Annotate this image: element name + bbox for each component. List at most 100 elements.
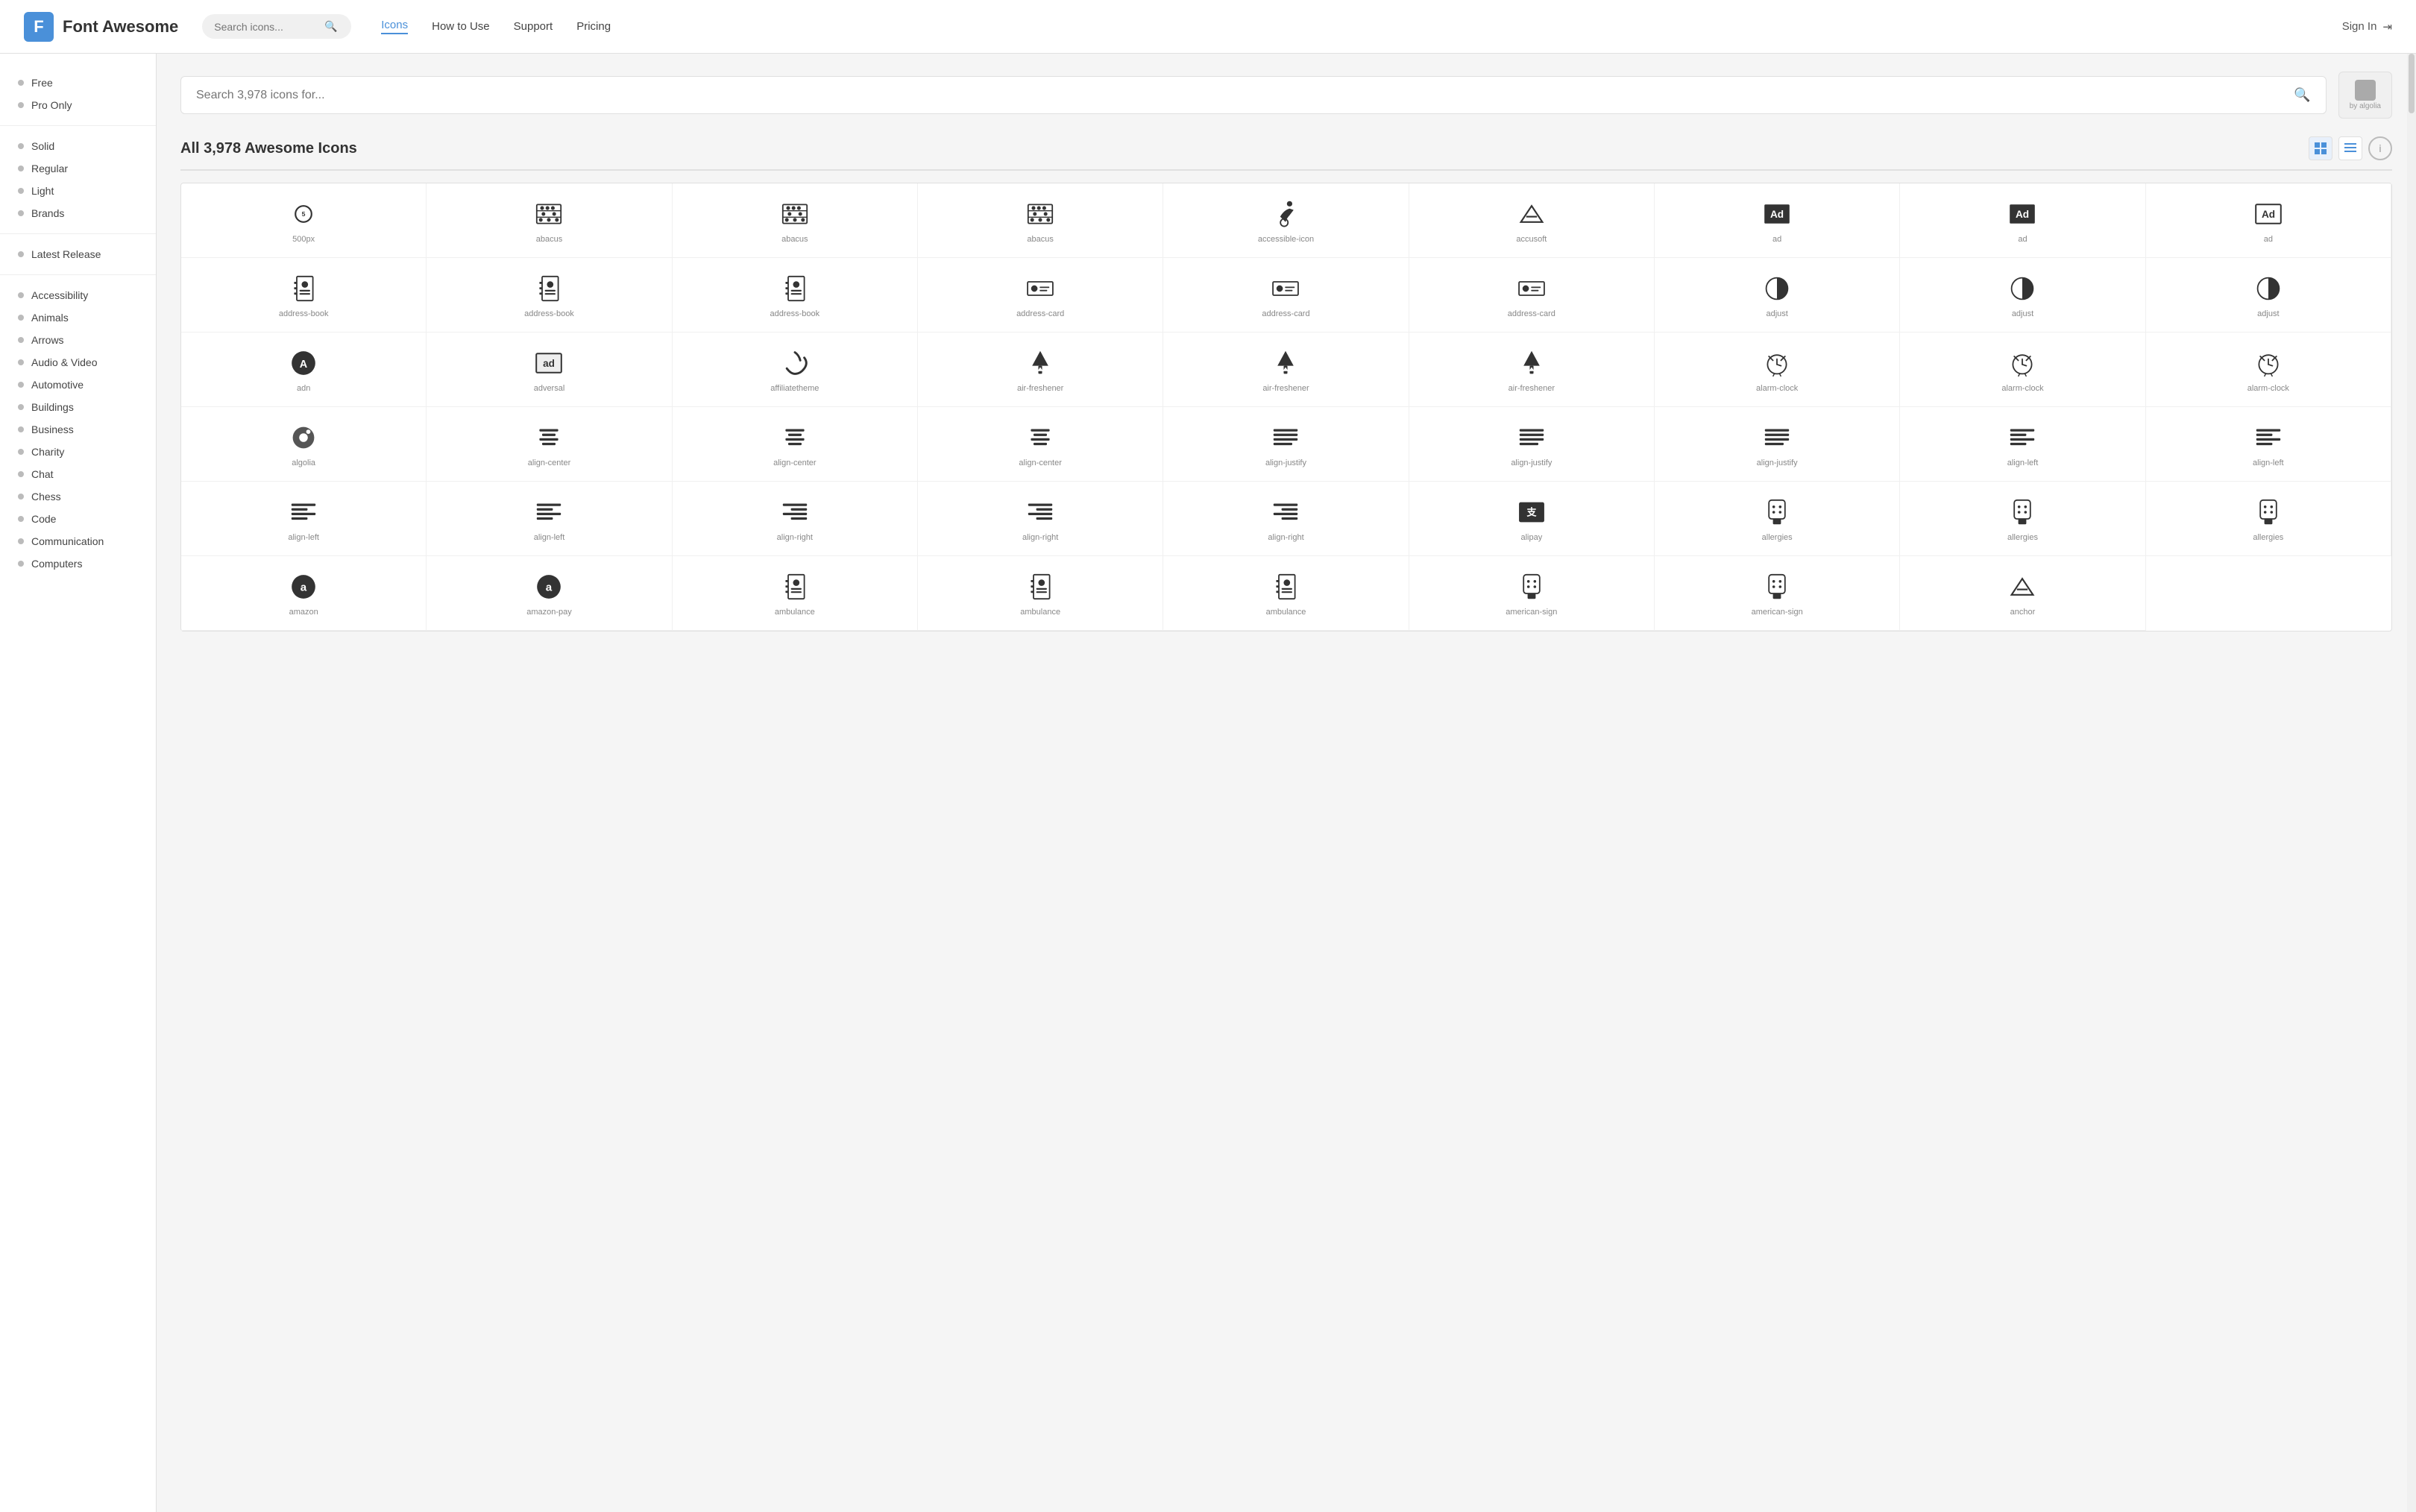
sidebar-item-communication[interactable]: Communication <box>0 530 156 552</box>
icon-cell[interactable]: abacus <box>427 183 672 258</box>
icon-cell[interactable]: aamazon-pay <box>427 556 672 631</box>
sidebar: Free Pro Only Solid Regular Light <box>0 54 157 1512</box>
icon-cell[interactable]: ambulance <box>673 556 918 631</box>
icon-image <box>1025 423 1055 453</box>
icon-image <box>534 497 564 527</box>
sidebar-item-arrows[interactable]: Arrows <box>0 329 156 351</box>
nav-how-to-use[interactable]: How to Use <box>432 20 490 33</box>
icon-cell[interactable]: abacus <box>673 183 918 258</box>
sidebar-item-chat[interactable]: Chat <box>0 463 156 485</box>
icon-cell[interactable]: align-center <box>918 407 1163 482</box>
sidebar-categories-section: Accessibility Animals Arrows Audio & Vid… <box>0 284 156 575</box>
header-search-bar[interactable]: 🔍 <box>202 14 351 39</box>
icon-cell[interactable]: align-right <box>673 482 918 556</box>
scrollbar[interactable] <box>2407 0 2416 1512</box>
icon-cell[interactable]: allergies <box>2146 482 2391 556</box>
scrollbar-thumb[interactable] <box>2409 54 2415 113</box>
icon-cell[interactable]: align-left <box>181 482 427 556</box>
nav-support[interactable]: Support <box>514 20 553 33</box>
icon-cell[interactable]: align-center <box>427 407 672 482</box>
sidebar-item-audio-video[interactable]: Audio & Video <box>0 351 156 374</box>
sign-in-button[interactable]: Sign In ⇥ <box>2342 20 2392 34</box>
nav-pricing[interactable]: Pricing <box>576 20 611 33</box>
nav-icons[interactable]: Icons <box>381 19 408 34</box>
icon-cell[interactable]: align-left <box>2146 407 2391 482</box>
sidebar-item-light[interactable]: Light <box>0 180 156 202</box>
sidebar-item-animals[interactable]: Animals <box>0 306 156 329</box>
icon-cell[interactable]: adjust <box>2146 258 2391 333</box>
icon-label: allergies <box>1762 533 1793 543</box>
icon-cell[interactable]: 5500px <box>181 183 427 258</box>
icon-cell[interactable]: ambulance <box>1163 556 1409 631</box>
icon-cell[interactable]: accessible-icon <box>1163 183 1409 258</box>
icon-cell[interactable]: align-left <box>1900 407 2145 482</box>
main-search-container[interactable]: 🔍 <box>180 76 2327 114</box>
icon-cell[interactable]: anchor <box>1900 556 2145 631</box>
sidebar-item-accessibility[interactable]: Accessibility <box>0 284 156 306</box>
icon-cell[interactable]: allergies <box>1900 482 2145 556</box>
icon-cell[interactable]: air-freshener <box>1163 333 1409 407</box>
icon-cell[interactable]: Adad <box>1655 183 1900 258</box>
sidebar-item-computers[interactable]: Computers <box>0 552 156 575</box>
sidebar-item-brands[interactable]: Brands <box>0 202 156 224</box>
icon-cell[interactable]: address-book <box>427 258 672 333</box>
icon-cell[interactable]: ambulance <box>918 556 1163 631</box>
icon-image <box>2007 497 2037 527</box>
grid-view-button[interactable] <box>2309 136 2332 160</box>
icon-cell[interactable]: address-book <box>181 258 427 333</box>
icon-label: air-freshener <box>1262 384 1309 394</box>
sidebar-item-free[interactable]: Free <box>0 72 156 94</box>
main-search-input[interactable] <box>196 89 2285 102</box>
icon-cell[interactable]: adjust <box>1900 258 2145 333</box>
icon-cell[interactable]: adadversal <box>427 333 672 407</box>
sidebar-item-buildings[interactable]: Buildings <box>0 396 156 418</box>
sidebar-item-charity[interactable]: Charity <box>0 441 156 463</box>
sidebar-item-automotive[interactable]: Automotive <box>0 374 156 396</box>
sidebar-dot-automotive <box>18 382 24 388</box>
icon-cell[interactable]: affiliatetheme <box>673 333 918 407</box>
icon-cell[interactable]: algolia <box>181 407 427 482</box>
icon-cell[interactable]: adjust <box>1655 258 1900 333</box>
icon-cell[interactable]: align-justify <box>1655 407 1900 482</box>
icon-image <box>1517 572 1547 602</box>
sidebar-item-latest-release[interactable]: Latest Release <box>0 243 156 265</box>
icon-cell[interactable]: align-left <box>427 482 672 556</box>
icon-cell[interactable]: Adad <box>1900 183 2145 258</box>
sidebar-label-charity: Charity <box>31 446 64 458</box>
icon-cell[interactable]: alarm-clock <box>1900 333 2145 407</box>
icon-cell[interactable]: align-right <box>1163 482 1409 556</box>
info-button[interactable]: i <box>2368 136 2392 160</box>
sidebar-item-solid[interactable]: Solid <box>0 135 156 157</box>
icon-cell[interactable]: air-freshener <box>1409 333 1655 407</box>
icon-cell[interactable]: align-right <box>918 482 1163 556</box>
icon-cell[interactable]: Adad <box>2146 183 2391 258</box>
icon-cell[interactable]: american-sign <box>1655 556 1900 631</box>
icon-cell[interactable]: align-center <box>673 407 918 482</box>
header-search-input[interactable] <box>214 21 318 33</box>
icon-cell[interactable]: address-card <box>1409 258 1655 333</box>
icon-cell[interactable]: air-freshener <box>918 333 1163 407</box>
icon-cell[interactable]: address-card <box>918 258 1163 333</box>
icon-cell[interactable]: 支alipay <box>1409 482 1655 556</box>
icon-label: adjust <box>2012 309 2033 319</box>
sidebar-item-code[interactable]: Code <box>0 508 156 530</box>
sidebar-item-business[interactable]: Business <box>0 418 156 441</box>
icon-cell[interactable]: address-book <box>673 258 918 333</box>
icon-cell[interactable]: accusoft <box>1409 183 1655 258</box>
sidebar-item-pro-only[interactable]: Pro Only <box>0 94 156 116</box>
icon-cell[interactable]: align-justify <box>1409 407 1655 482</box>
icon-cell[interactable]: Aadn <box>181 333 427 407</box>
sidebar-item-regular[interactable]: Regular <box>0 157 156 180</box>
icon-cell[interactable]: address-card <box>1163 258 1409 333</box>
icon-cell[interactable]: american-sign <box>1409 556 1655 631</box>
icon-image <box>1025 497 1055 527</box>
icon-cell[interactable]: alarm-clock <box>2146 333 2391 407</box>
icon-cell[interactable]: allergies <box>1655 482 1900 556</box>
icon-cell[interactable]: alarm-clock <box>1655 333 1900 407</box>
icon-cell[interactable]: abacus <box>918 183 1163 258</box>
list-view-button[interactable] <box>2338 136 2362 160</box>
icon-cell[interactable]: align-justify <box>1163 407 1409 482</box>
sidebar-item-chess[interactable]: Chess <box>0 485 156 508</box>
icon-cell[interactable]: aamazon <box>181 556 427 631</box>
icon-label: address-card <box>1016 309 1064 319</box>
